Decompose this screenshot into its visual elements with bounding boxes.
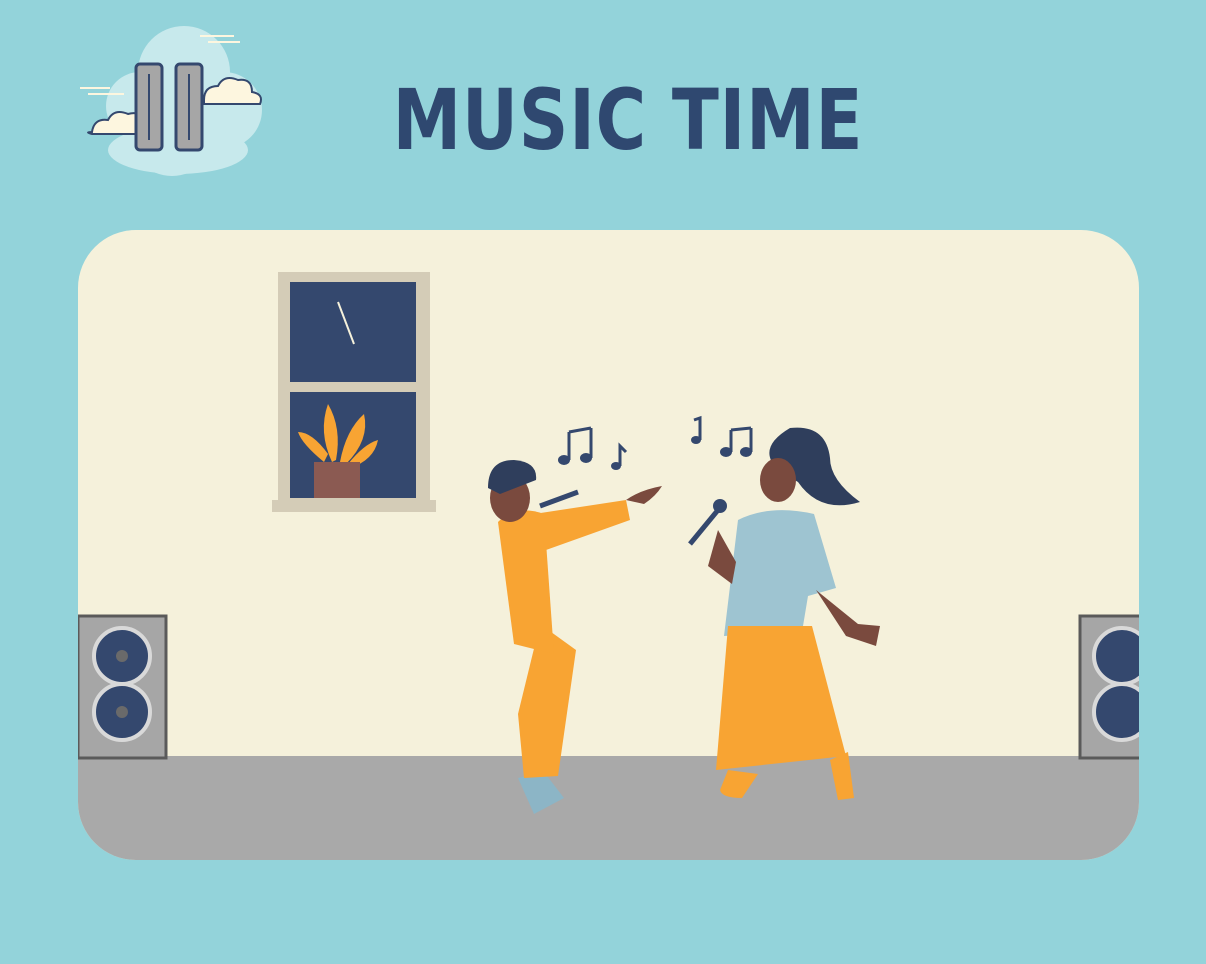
music-scene-illustration — [78, 230, 1139, 860]
page-title: MUSIC TIME — [392, 71, 864, 169]
music-note-icon — [558, 415, 753, 470]
speaker-icon — [78, 614, 168, 760]
speaker-icon — [1078, 614, 1139, 760]
singer-woman-figure — [688, 427, 880, 800]
floor — [78, 756, 1139, 860]
